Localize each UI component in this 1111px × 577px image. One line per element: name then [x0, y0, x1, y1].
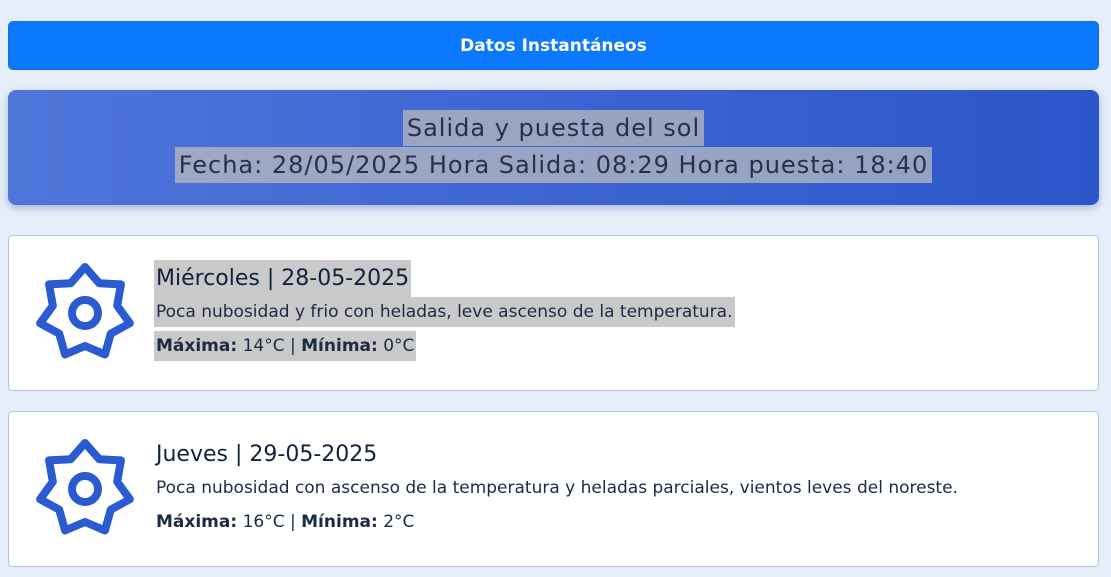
max-label: Máxima: — [156, 336, 238, 356]
forecast-day-title: Jueves | 29-05-2025 — [154, 436, 379, 473]
day-name: Miércoles — [156, 266, 260, 291]
min-label: Mínima: — [301, 512, 378, 532]
temps-separator: | — [290, 336, 296, 356]
day-name: Jueves — [156, 442, 228, 467]
forecast-card: Jueves | 29-05-2025 Poca nubosidad con a… — [8, 411, 1099, 567]
gear-icon — [33, 261, 137, 365]
min-label: Mínima: — [301, 336, 378, 356]
date-value: 28/05/2025 — [271, 151, 421, 179]
max-value: 16°C — [242, 512, 285, 532]
date-label: Fecha: — [178, 151, 264, 179]
title-separator: | — [234, 442, 243, 467]
temps-separator: | — [290, 512, 296, 532]
min-value: 2°C — [383, 512, 415, 532]
max-label: Máxima: — [156, 512, 238, 532]
title-separator: | — [266, 266, 275, 291]
sunset-value: 18:40 — [854, 151, 929, 179]
sun-panel-title: Salida y puesta del sol — [402, 110, 705, 146]
forecast-description: Poca nubosidad y frio con heladas, leve … — [154, 297, 735, 327]
sunrise-label: Hora Salida: — [428, 151, 588, 179]
datos-instantaneos-button[interactable]: Datos Instantáneos — [8, 21, 1099, 70]
forecast-temperatures: Máxima: 16°C | Mínima: 2°C — [154, 507, 416, 537]
day-date: 29-05-2025 — [249, 442, 378, 467]
forecast-description: Poca nubosidad con ascenso de la tempera… — [156, 478, 958, 498]
day-date: 28-05-2025 — [281, 266, 410, 291]
max-value: 14°C — [242, 336, 285, 356]
forecast-temperatures: Máxima: 14°C | Mínima: 0°C — [154, 331, 417, 361]
forecast-card: Miércoles | 28-05-2025 Poca nubosidad y … — [8, 235, 1099, 391]
gear-icon — [33, 437, 137, 541]
forecast-day-title: Miércoles | 28-05-2025 — [154, 260, 412, 297]
sunrise-value: 08:29 — [595, 151, 670, 179]
sunrise-sunset-panel: Salida y puesta del sol Fecha: 28/05/202… — [8, 90, 1099, 205]
min-value: 0°C — [383, 336, 415, 356]
sun-panel-details: Fecha: 28/05/2025 Hora Salida: 08:29 Hor… — [174, 147, 933, 183]
sunset-label: Hora puesta: — [678, 151, 846, 179]
